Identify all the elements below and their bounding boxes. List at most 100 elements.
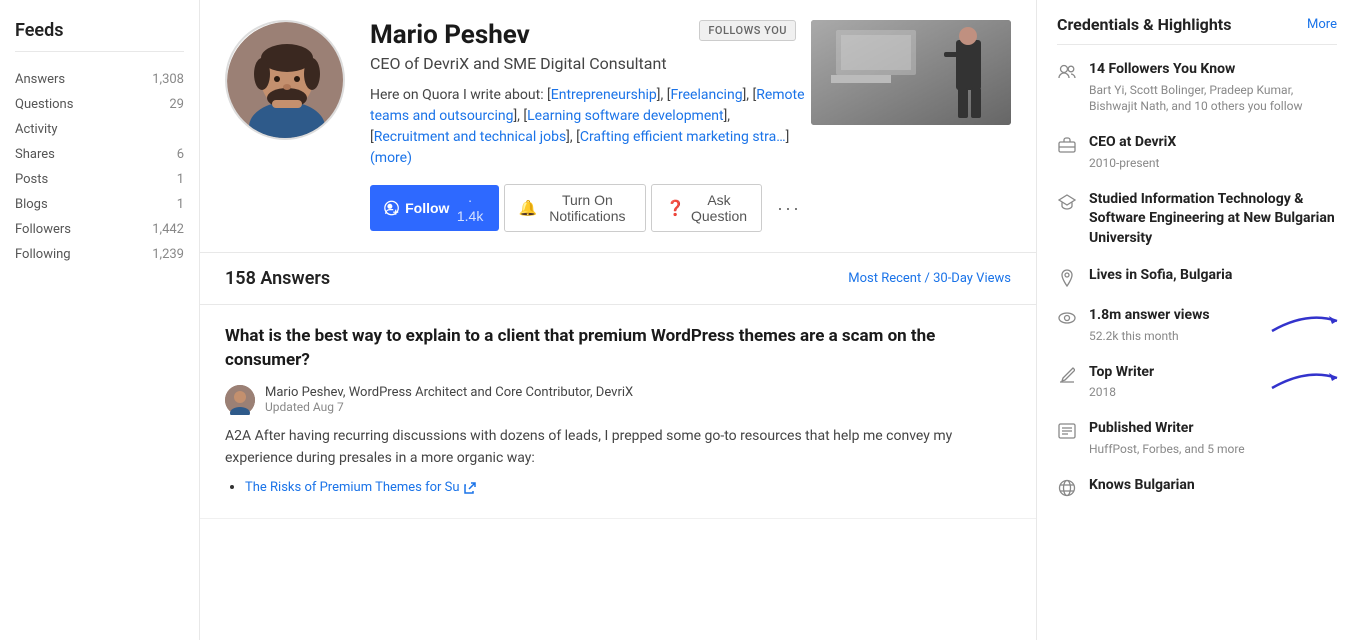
profile-header: Mario Peshev CEO of DevriX and SME Digit…	[200, 0, 1036, 253]
sort-separator: /	[924, 271, 929, 286]
bio-link-freelancing[interactable]: Freelancing	[670, 87, 742, 103]
published-label: Published Writer	[1089, 420, 1193, 436]
answers-sort: Most Recent / 30-Day Views	[848, 271, 1011, 286]
profile-job-title: CEO of DevriX and SME Digital Consultant	[370, 54, 811, 73]
sort-30day[interactable]: 30-Day Views	[933, 271, 1011, 286]
credential-published: Published Writer HuffPost, Forbes, and 5…	[1057, 419, 1337, 457]
answer-link[interactable]: The Risks of Premium Themes for Su	[245, 480, 1011, 495]
main-content: Mario Peshev CEO of DevriX and SME Digit…	[200, 0, 1037, 640]
education-icon	[1057, 192, 1077, 212]
sidebar-item-questions[interactable]: Questions 29	[15, 92, 184, 117]
profile-info: Mario Peshev CEO of DevriX and SME Digit…	[370, 20, 811, 232]
sidebar-count-posts: 1	[177, 172, 184, 187]
sidebar-item-following[interactable]: Following 1,239	[15, 242, 184, 267]
location-label: Lives in Sofia, Bulgaria	[1089, 267, 1232, 283]
sidebar-count-blogs: 1	[177, 197, 184, 212]
sidebar-count-following: 1,239	[152, 247, 184, 262]
work-icon	[1057, 135, 1077, 155]
answer-link-text: The Risks of Premium Themes for Su	[245, 480, 460, 495]
sidebar-count-shares: 6	[177, 147, 184, 162]
top-writer-label: Top Writer	[1089, 364, 1154, 380]
follows-you-badge: FOLLOWS YOU	[699, 20, 796, 41]
credential-text-language: Knows Bulgarian	[1089, 476, 1195, 496]
credential-views: 1.8m answer views 52.2k this month	[1057, 306, 1337, 344]
feeds-title: Feeds	[15, 20, 184, 52]
sidebar-label-questions: Questions	[15, 97, 73, 112]
bio-link-recruitment[interactable]: Recruitment and technical jobs	[374, 129, 566, 145]
follow-count: · 1.4k	[455, 192, 484, 224]
bell-icon: 🔔	[519, 199, 538, 217]
answer-author-info: Mario Peshev, WordPress Architect and Co…	[265, 385, 633, 414]
sidebar-item-shares[interactable]: Shares 6	[15, 142, 184, 167]
location-icon	[1057, 268, 1077, 288]
follow-icon	[384, 199, 399, 217]
sidebar-item-blogs[interactable]: Blogs 1	[15, 192, 184, 217]
answer-item: What is the best way to explain to a cli…	[200, 305, 1036, 519]
arrow-annotation-views	[1267, 306, 1347, 336]
ask-question-button[interactable]: ❓ Ask Question	[651, 184, 762, 232]
credentials-title: Credentials & Highlights	[1057, 15, 1231, 34]
credential-text-views: 1.8m answer views 52.2k this month	[1089, 306, 1210, 344]
profile-bio: Here on Quora I write about: [Entreprene…	[370, 85, 811, 169]
bio-link-entrepreneurship[interactable]: Entrepreneurship	[551, 87, 657, 103]
question-icon: ❓	[666, 199, 685, 217]
sidebar-label-shares: Shares	[15, 147, 55, 162]
credential-text-followers: 14 Followers You Know Bart Yi, Scott Bol…	[1089, 60, 1337, 115]
follow-button[interactable]: Follow · 1.4k	[370, 185, 499, 231]
right-sidebar: Credentials & Highlights More 14 Followe…	[1037, 0, 1357, 640]
sidebar-item-answers[interactable]: Answers 1,308	[15, 67, 184, 92]
credential-ceo: CEO at DevriX 2010-present	[1057, 133, 1337, 171]
ceo-sub: 2010-present	[1089, 155, 1176, 172]
bio-link-software[interactable]: Learning software development	[527, 108, 723, 124]
credential-top-writer: Top Writer 2018	[1057, 363, 1337, 401]
answer-updated: Updated Aug 7	[265, 400, 633, 414]
left-sidebar: Feeds Answers 1,308 Questions 29 Activit…	[0, 0, 200, 640]
language-label: Knows Bulgarian	[1089, 477, 1195, 493]
profile-avatar	[225, 20, 345, 140]
credential-text-location: Lives in Sofia, Bulgaria	[1089, 266, 1232, 286]
published-sub: HuffPost, Forbes, and 5 more	[1089, 441, 1245, 458]
credential-text-published: Published Writer HuffPost, Forbes, and 5…	[1089, 419, 1245, 457]
profile-photo	[811, 20, 1011, 125]
views-label: 1.8m answer views	[1089, 307, 1210, 323]
answer-author-name: Mario Peshev, WordPress Architect and Co…	[265, 385, 633, 400]
sidebar-item-activity[interactable]: Activity	[15, 117, 184, 142]
credential-text-top-writer: Top Writer 2018	[1089, 363, 1154, 401]
answer-bullet-list: The Risks of Premium Themes for Su	[225, 479, 1011, 495]
ceo-label: CEO at DevriX	[1089, 134, 1176, 150]
published-icon	[1057, 421, 1077, 441]
more-button[interactable]: ···	[767, 191, 811, 226]
answers-count: 158 Answers	[225, 268, 330, 289]
sidebar-count-questions: 29	[169, 97, 184, 112]
credentials-more-link[interactable]: More	[1307, 17, 1337, 32]
answer-meta: Mario Peshev, WordPress Architect and Co…	[225, 385, 1011, 415]
views-sub: 52.2k this month	[1089, 328, 1210, 345]
education-label: Studied Information Technology & Softwar…	[1089, 191, 1335, 246]
sidebar-label-posts: Posts	[15, 172, 48, 187]
credential-text-education: Studied Information Technology & Softwar…	[1089, 190, 1337, 249]
sidebar-label-answers: Answers	[15, 72, 65, 87]
notifications-button[interactable]: 🔔 Turn On Notifications	[504, 184, 647, 232]
sort-most-recent[interactable]: Most Recent	[848, 271, 921, 286]
language-icon	[1057, 478, 1077, 498]
sidebar-item-posts[interactable]: Posts 1	[15, 167, 184, 192]
sidebar-label-activity: Activity	[15, 122, 58, 137]
credential-education: Studied Information Technology & Softwar…	[1057, 190, 1337, 249]
people-icon	[1057, 62, 1077, 82]
answer-author-avatar	[225, 385, 255, 415]
followers-you-know-names: Bart Yi, Scott Bolinger, Pradeep Kumar, …	[1089, 82, 1337, 116]
answer-question[interactable]: What is the best way to explain to a cli…	[225, 325, 1011, 373]
profile-photo-svg	[811, 20, 1011, 125]
ask-question-label: Ask Question	[691, 192, 747, 224]
answer-body: A2A After having recurring discussions w…	[225, 425, 1011, 470]
followers-you-know-label: 14 Followers You Know	[1089, 61, 1235, 77]
notifications-label: Turn On Notifications	[543, 192, 631, 224]
bio-more-link[interactable]: (more)	[370, 150, 412, 166]
credentials-header: Credentials & Highlights More	[1057, 15, 1337, 45]
sidebar-item-followers[interactable]: Followers 1,442	[15, 217, 184, 242]
follow-label: Follow	[405, 200, 449, 216]
more-icon: ···	[777, 198, 801, 218]
external-link-icon	[464, 482, 476, 494]
bio-link-marketing[interactable]: Crafting efficient marketing stra…	[580, 129, 786, 145]
writer-icon	[1057, 365, 1077, 385]
